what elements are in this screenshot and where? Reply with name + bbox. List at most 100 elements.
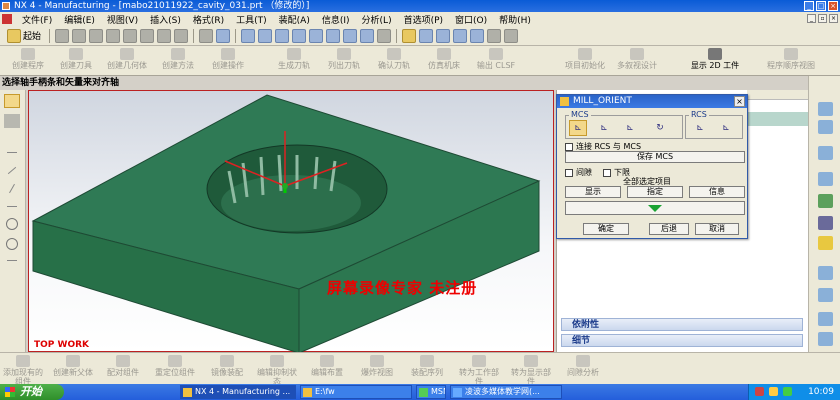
rcs-dialog-icon[interactable]: ⊾ [691, 120, 709, 136]
part-navigator-icon[interactable] [818, 120, 833, 134]
system-materials-icon[interactable] [818, 266, 833, 280]
menu-tools[interactable]: 工具(T) [230, 13, 273, 26]
mate-component-button[interactable]: 配对组件 [100, 353, 146, 385]
line-icon[interactable] [7, 152, 17, 153]
rotate-icon[interactable] [292, 28, 307, 43]
point-icon[interactable] [453, 28, 468, 43]
mirror-assembly-button[interactable]: 镜像装配 [204, 353, 250, 385]
save-icon[interactable] [89, 28, 104, 43]
print-icon[interactable] [106, 28, 121, 43]
display-button[interactable]: 显示 [565, 186, 621, 198]
list-toolpath-button[interactable]: 列出刀轨 [316, 46, 372, 76]
exploded-view-button[interactable]: 爆炸视图 [354, 353, 400, 385]
select-arrow-icon[interactable] [4, 94, 20, 108]
delete-icon[interactable] [174, 28, 189, 43]
tray-icon-b[interactable] [769, 387, 778, 396]
info-button[interactable]: 信息 [689, 186, 745, 198]
details-section[interactable]: 细节 [561, 334, 803, 347]
doc-restore-button[interactable]: ▫ [818, 14, 827, 23]
menu-help[interactable]: 帮助(H) [493, 13, 537, 26]
minimize-button[interactable]: _ [804, 1, 814, 11]
open-icon[interactable] [72, 28, 87, 43]
create-geometry-button[interactable]: 创建几何体 [96, 46, 158, 76]
verify-toolpath-button[interactable]: 确认刀轨 [366, 46, 422, 76]
edit-suppression-button[interactable]: 编辑抑制状态 [254, 353, 300, 386]
menu-edit[interactable]: 编辑(E) [58, 13, 101, 26]
layer-icon[interactable] [377, 28, 392, 43]
create-new-parent-button[interactable]: 创建新父体 [50, 353, 96, 385]
shaded-icon[interactable] [343, 28, 358, 43]
edit-arrangement-button[interactable]: 编辑布置 [304, 353, 350, 385]
graphics-viewport[interactable]: 屏幕录像专家 未注册 [28, 90, 555, 353]
menu-window[interactable]: 窗口(O) [449, 13, 493, 26]
add-existing-component-button[interactable]: 添加现有的组件 [0, 353, 46, 386]
menu-preferences[interactable]: 首选项(P) [398, 13, 449, 26]
back-button[interactable]: 后退 [649, 223, 689, 235]
copy-icon[interactable] [140, 28, 155, 43]
snap-icon[interactable] [436, 28, 451, 43]
view-orient-icon[interactable] [326, 28, 341, 43]
pan-icon[interactable] [309, 28, 324, 43]
menu-information[interactable]: 信息(I) [316, 13, 356, 26]
generate-toolpath-button[interactable]: 生成刀轨 [266, 46, 322, 76]
palette-icon[interactable] [818, 288, 833, 302]
assembly-navigator-icon[interactable] [818, 102, 833, 116]
rcs-dynamic-icon[interactable]: ⊾ [717, 120, 735, 136]
doc-minimize-button[interactable]: _ [807, 14, 816, 23]
zoom-icon[interactable] [258, 28, 273, 43]
menu-format[interactable]: 格式(R) [187, 13, 230, 26]
multi-view-design-button[interactable]: 多叙视设计 [612, 46, 662, 76]
arc-icon[interactable] [9, 183, 15, 194]
start-button[interactable]: 开始 [0, 384, 64, 400]
wcs-icon[interactable] [402, 28, 417, 43]
web-browser-icon[interactable] [818, 194, 833, 208]
menu-assemblies[interactable]: 装配(A) [273, 13, 316, 26]
program-order-view-button[interactable]: 程序顺序视图 [766, 46, 816, 76]
spline-icon[interactable] [7, 260, 17, 261]
maximize-button[interactable]: □ [816, 1, 826, 11]
clearance-analysis-button[interactable]: 间隙分析 [560, 353, 606, 385]
cancel-button[interactable]: 取消 [695, 223, 739, 235]
specify-button[interactable]: 指定 [627, 186, 683, 198]
reuse-library-icon[interactable] [818, 172, 833, 186]
navigator-selected-row[interactable] [743, 112, 809, 126]
task-explorer[interactable]: E:\fw [300, 385, 412, 399]
task-nx[interactable]: NX 4 - Manufacturing ... [180, 385, 296, 399]
menu-file[interactable]: 文件(F) [16, 13, 58, 26]
filter-icon[interactable] [4, 114, 20, 128]
menu-view[interactable]: 视图(V) [101, 13, 144, 26]
part-model[interactable] [29, 91, 555, 353]
ok-button[interactable]: 确定 [583, 223, 629, 235]
output-clsf-button[interactable]: 输出 CLSF [468, 46, 524, 76]
undo-icon[interactable] [199, 28, 214, 43]
tray-icon-c[interactable] [783, 387, 792, 396]
new-icon[interactable] [55, 28, 70, 43]
create-method-button[interactable]: 创建方法 [150, 46, 206, 76]
mcs-dialog-icon[interactable]: ⊾ [569, 120, 587, 136]
save-mcs-button[interactable]: 保存 MCS [565, 151, 745, 163]
tray-icon-a[interactable] [755, 387, 764, 396]
clearance-checkbox[interactable]: 间隙 [565, 167, 592, 178]
expand-options-button[interactable] [565, 201, 745, 215]
create-operation-button[interactable]: 创建操作 [200, 46, 256, 76]
mcs-dynamic-icon[interactable]: ⊾ [595, 120, 613, 136]
wireframe-icon[interactable] [360, 28, 375, 43]
roles-icon[interactable] [818, 216, 833, 230]
paste-icon[interactable] [157, 28, 172, 43]
filter-icon[interactable] [470, 28, 485, 43]
display-2d-workpiece-button[interactable]: 显示 2D 工件 [690, 46, 740, 76]
make-work-part-button[interactable]: 转为工作部件 [456, 353, 502, 386]
mcs-rotate-icon[interactable]: ↻ [651, 120, 669, 136]
ellipse-icon[interactable] [6, 238, 18, 250]
list-icon[interactable] [487, 28, 502, 43]
menu-analysis[interactable]: 分析(L) [356, 13, 398, 26]
simulate-machine-button[interactable]: 仿真机床 [416, 46, 472, 76]
fit-icon[interactable] [241, 28, 256, 43]
project-init-button[interactable]: 项目初始化 [560, 46, 610, 76]
task-msn[interactable]: MSN [416, 385, 446, 399]
dependencies-section[interactable]: 依附性 [561, 318, 803, 331]
menu-insert[interactable]: 插入(S) [144, 13, 187, 26]
process-studio-icon[interactable] [818, 312, 833, 326]
reposition-component-button[interactable]: 重定位组件 [152, 353, 198, 385]
close-button[interactable]: × [828, 1, 838, 11]
